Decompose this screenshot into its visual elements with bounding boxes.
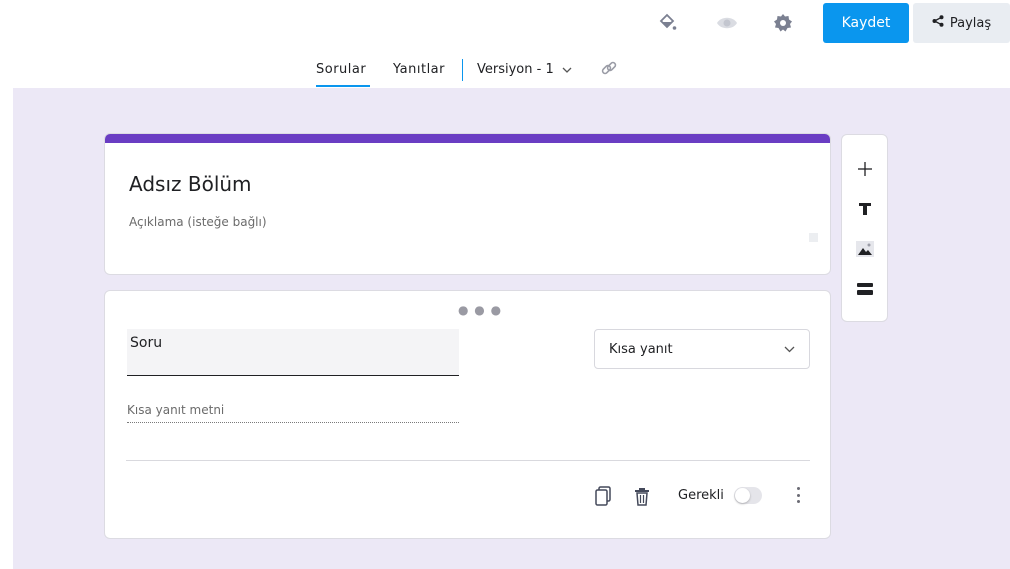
section-title[interactable]: Adsız Bölüm <box>129 172 252 196</box>
resize-handle <box>809 233 818 242</box>
save-button-label: Kaydet <box>841 15 891 31</box>
copy-icon[interactable] <box>595 486 611 506</box>
required-toggle[interactable] <box>734 487 762 504</box>
chevron-down-icon <box>784 342 795 357</box>
version-label: Versiyon - 1 <box>477 62 554 77</box>
tab-questions[interactable]: Sorular <box>316 62 366 77</box>
top-bar: Kaydet Paylaş <box>0 0 1010 44</box>
short-answer-field: Kısa yanıt metni <box>127 403 459 423</box>
required-label: Gerekli <box>678 488 724 503</box>
eye-icon[interactable] <box>716 12 738 34</box>
question-card: ● ● ● Soru Kısa yanıt Kısa yanıt metni G… <box>104 290 831 539</box>
toggle-knob <box>735 488 750 503</box>
share-button-label: Paylaş <box>949 15 992 31</box>
paint-bucket-icon[interactable] <box>656 12 678 34</box>
text-icon[interactable] <box>854 198 876 220</box>
link-icon[interactable] <box>600 60 618 82</box>
question-title-input[interactable]: Soru <box>127 329 459 376</box>
question-type-select[interactable]: Kısa yanıt <box>594 329 810 369</box>
save-button[interactable]: Kaydet <box>823 3 909 43</box>
share-icon <box>932 15 944 31</box>
plus-icon[interactable] <box>854 158 876 180</box>
image-icon[interactable] <box>854 238 876 260</box>
active-tab-indicator <box>316 85 370 87</box>
trash-icon[interactable] <box>634 486 650 506</box>
tab-separator <box>462 59 463 81</box>
chevron-down-icon <box>562 62 572 77</box>
section-description-field[interactable]: Açıklama (isteğe bağlı) <box>129 215 267 229</box>
gear-icon[interactable] <box>772 12 794 34</box>
question-type-value: Kısa yanıt <box>609 341 673 357</box>
section-accent-bar <box>105 134 830 143</box>
section-icon[interactable] <box>854 278 876 300</box>
section-card: Adsız Bölüm Açıklama (isteğe bağlı) <box>104 133 831 275</box>
add-element-toolbar <box>841 134 888 322</box>
tabs-row: Sorular Yanıtlar Versiyon - 1 <box>0 50 1010 88</box>
drag-handle-icon[interactable]: ● ● ● <box>458 303 502 317</box>
version-select[interactable]: Versiyon - 1 <box>477 62 572 77</box>
more-vert-icon[interactable] <box>795 485 801 505</box>
question-title-text: Soru <box>130 335 163 351</box>
question-footer-divider <box>126 460 810 461</box>
share-button[interactable]: Paylaş <box>913 3 1010 43</box>
tab-responses[interactable]: Yanıtlar <box>393 62 445 77</box>
